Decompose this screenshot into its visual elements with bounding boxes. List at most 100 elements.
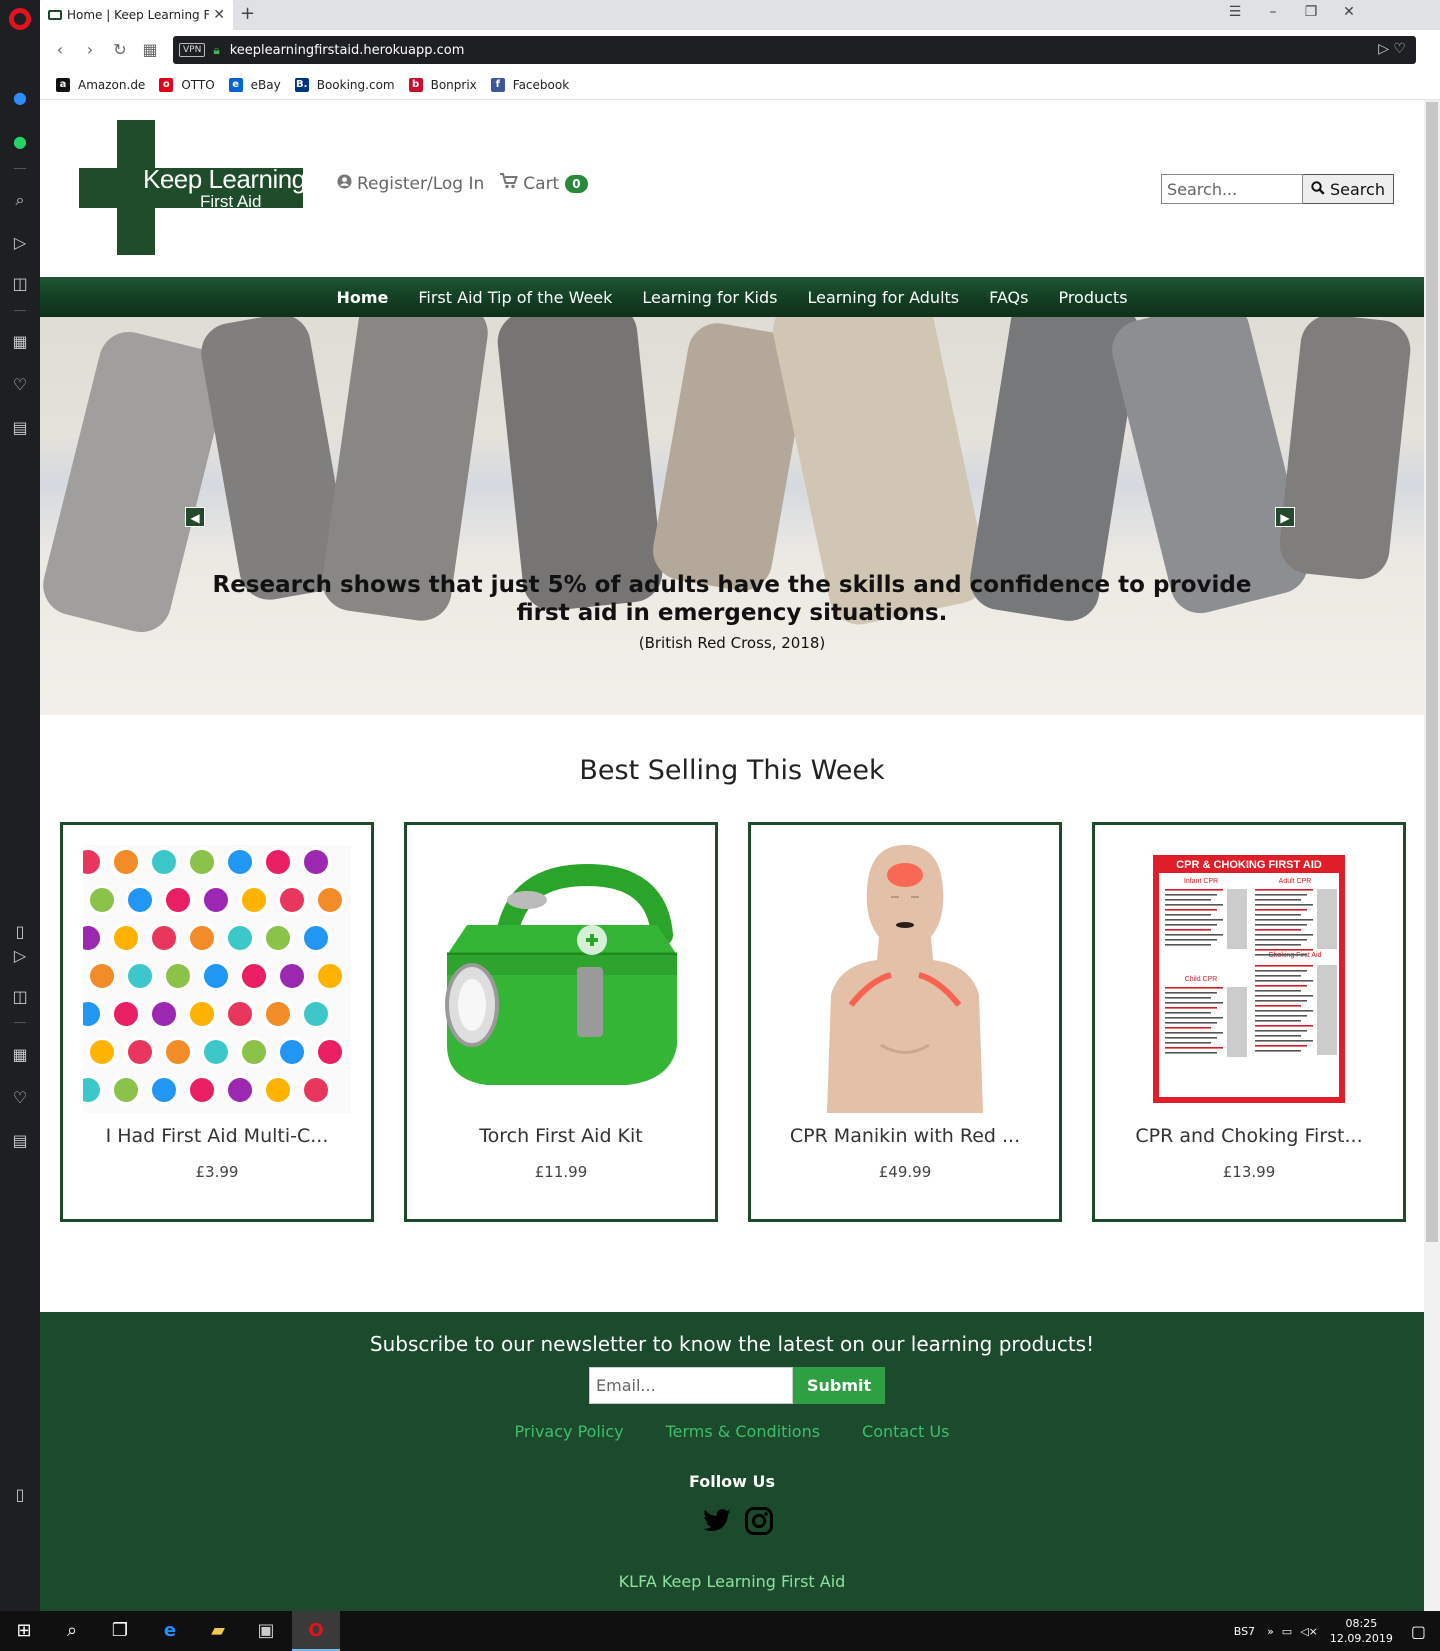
product-card[interactable]: Torch First Aid Kit £11.99 <box>404 822 718 1222</box>
instagram-icon[interactable] <box>744 1506 774 1536</box>
carousel-prev-icon[interactable]: ◀ <box>185 507 205 527</box>
forward-icon[interactable]: › <box>80 40 100 59</box>
sticker-dot <box>301 1075 331 1105</box>
nav-item-learning-for-kids[interactable]: Learning for Kids <box>642 288 777 307</box>
speed-dial-icon[interactable]: ▦ <box>8 1043 32 1067</box>
search-input[interactable] <box>1161 174 1303 204</box>
camera-icon[interactable]: ◫ <box>8 985 32 1009</box>
active-tab[interactable]: Home | Keep Learning Firs ✕ <box>40 0 233 30</box>
clock[interactable]: 08:25 12.09.2019 <box>1330 1616 1393 1646</box>
sticker-dot <box>301 923 331 953</box>
bookmark-facebook[interactable]: f Facebook <box>490 77 569 92</box>
vpn-badge[interactable]: VPN <box>179 43 206 57</box>
terminal-icon[interactable]: ▣ <box>242 1611 290 1651</box>
heart-icon[interactable]: ♡ <box>8 1086 32 1110</box>
green-first-aid-box-image[interactable] <box>427 845 695 1113</box>
volume-muted-icon[interactable]: ◁× <box>1300 1625 1318 1638</box>
internet-explorer-icon[interactable]: e <box>146 1611 194 1651</box>
heart-icon[interactable]: ♡ <box>8 373 32 397</box>
camera-icon[interactable]: ◫ <box>8 272 32 296</box>
flow-send-icon[interactable]: ▷ <box>8 231 32 255</box>
page-scrollbar[interactable] <box>1424 100 1440 1611</box>
action-center-icon[interactable]: ▢ <box>1411 1622 1426 1641</box>
whatsapp-icon[interactable]: ● <box>8 130 32 154</box>
cart-label[interactable]: Cart <box>523 174 559 194</box>
register-login-link[interactable]: Register/Log In <box>357 174 484 194</box>
opera-logo-icon[interactable] <box>9 8 31 30</box>
product-name[interactable]: CPR Manikin with Red ... <box>751 1125 1059 1147</box>
nav-item-learning-for-adults[interactable]: Learning for Adults <box>807 288 959 307</box>
search-icon[interactable]: ⌕ <box>48 1611 96 1651</box>
bookmark-label[interactable]: Bonprix <box>431 78 477 92</box>
language-indicator[interactable]: BS7 <box>1234 1625 1255 1638</box>
network-icon[interactable]: ▭ <box>1282 1625 1292 1638</box>
poster-text-line <box>1165 904 1223 906</box>
tabs-grid-icon[interactable]: ▦ <box>140 40 160 59</box>
opera-taskbar-icon[interactable]: O <box>292 1611 340 1651</box>
site-logo[interactable]: Keep Learning First Aid <box>79 120 306 255</box>
nav-item-home[interactable]: Home <box>336 288 388 307</box>
tray-overflow-icon[interactable]: » <box>1267 1625 1274 1638</box>
back-icon[interactable]: ‹ <box>50 40 70 59</box>
product-name[interactable]: Torch First Aid Kit <box>407 1125 715 1147</box>
send-heart-icon[interactable]: ▷ ♡ <box>1378 41 1406 57</box>
product-name[interactable]: I Had First Aid Multi-C... <box>63 1125 371 1147</box>
search-button[interactable]: Search <box>1303 174 1394 204</box>
bookmark-booking-com[interactable]: B. Booking.com <box>294 77 395 92</box>
file-explorer-icon[interactable]: ▰ <box>194 1611 242 1651</box>
url-text[interactable]: keeplearningfirstaid.herokuapp.com <box>230 43 465 58</box>
bookmark-otto[interactable]: o OTTO <box>159 77 215 92</box>
footer-link-terms-conditions[interactable]: Terms & Conditions <box>666 1422 820 1441</box>
footer-link-privacy-policy[interactable]: Privacy Policy <box>515 1422 624 1441</box>
bookmark-label[interactable]: Booking.com <box>317 78 395 92</box>
product-card[interactable]: CPR Manikin with Red ... £49.99 <box>748 822 1062 1222</box>
messenger-icon[interactable]: ● <box>8 86 32 110</box>
search-button-label[interactable]: Search <box>1330 180 1385 199</box>
product-card[interactable]: CPR & CHOKING FIRST AID Infant CPR Adult… <box>1092 822 1406 1222</box>
bookmark-ebay[interactable]: e eBay <box>228 77 281 92</box>
bookmark-label[interactable]: Amazon.de <box>78 78 145 92</box>
sticker-dot <box>263 847 293 877</box>
cart-link[interactable]: Cart 0 <box>500 173 588 194</box>
close-tab-icon[interactable]: ✕ <box>213 7 225 23</box>
news-icon[interactable]: ▤ <box>8 1129 32 1153</box>
new-tab-icon[interactable]: + <box>240 3 255 24</box>
product-card[interactable]: I Had First Aid Multi-C... £3.99 <box>60 822 374 1222</box>
poster-text-line <box>1255 914 1301 916</box>
scrollbar-thumb[interactable] <box>1426 102 1438 1242</box>
lock-icon[interactable]: 🔒︎ <box>213 43 219 58</box>
speed-dial-icon[interactable]: ▦ <box>8 330 32 354</box>
reload-icon[interactable]: ↻ <box>110 40 130 59</box>
nav-item-first-aid-tip-of-the-week[interactable]: First Aid Tip of the Week <box>418 288 612 307</box>
news-icon[interactable]: ▤ <box>8 416 32 440</box>
sidebar-toggle-icon[interactable]: ▯ <box>8 920 32 944</box>
sidebar-toggle-icon[interactable]: ▯ <box>8 1483 32 1507</box>
cpr-manikin-image[interactable] <box>771 845 1039 1113</box>
nav-item-products[interactable]: Products <box>1058 288 1127 307</box>
twitter-icon[interactable] <box>702 1506 732 1536</box>
tab-menu-icon[interactable]: ☰ <box>1223 4 1247 20</box>
bookmark-label[interactable]: eBay <box>251 78 281 92</box>
bookmark-bonprix[interactable]: b Bonprix <box>408 77 477 92</box>
restore-icon[interactable]: ❐ <box>1299 4 1323 20</box>
search-icon[interactable]: ⌕ <box>8 188 32 212</box>
footer-link-contact-us[interactable]: Contact Us <box>862 1422 949 1441</box>
task-view-icon[interactable]: ❐ <box>96 1611 144 1651</box>
close-window-icon[interactable]: ✕ <box>1337 4 1361 20</box>
flow-send-icon[interactable]: ▷ <box>8 944 32 968</box>
email-field[interactable] <box>589 1367 793 1404</box>
submit-button[interactable]: Submit <box>793 1367 886 1404</box>
url-field[interactable]: VPN 🔒︎ keeplearningfirstaid.herokuapp.co… <box>173 36 1416 64</box>
bookmark-label[interactable]: OTTO <box>181 78 214 92</box>
poster-text-line <box>1165 1037 1217 1039</box>
cpr-poster-image[interactable]: CPR & CHOKING FIRST AID Infant CPR Adult… <box>1115 845 1383 1113</box>
nav-item-faqs[interactable]: FAQs <box>989 288 1028 307</box>
sticker-sheet-image[interactable] <box>83 845 351 1113</box>
bookmark-amazon-de[interactable]: a Amazon.de <box>56 77 145 92</box>
poster-text-line <box>1255 1020 1301 1022</box>
product-name[interactable]: CPR and Choking First... <box>1095 1125 1403 1147</box>
bookmark-label[interactable]: Facebook <box>513 78 569 92</box>
carousel-next-icon[interactable]: ▶ <box>1275 507 1295 527</box>
windows-start-icon[interactable]: ⊞ <box>0 1611 48 1651</box>
minimize-icon[interactable]: – <box>1261 4 1285 20</box>
